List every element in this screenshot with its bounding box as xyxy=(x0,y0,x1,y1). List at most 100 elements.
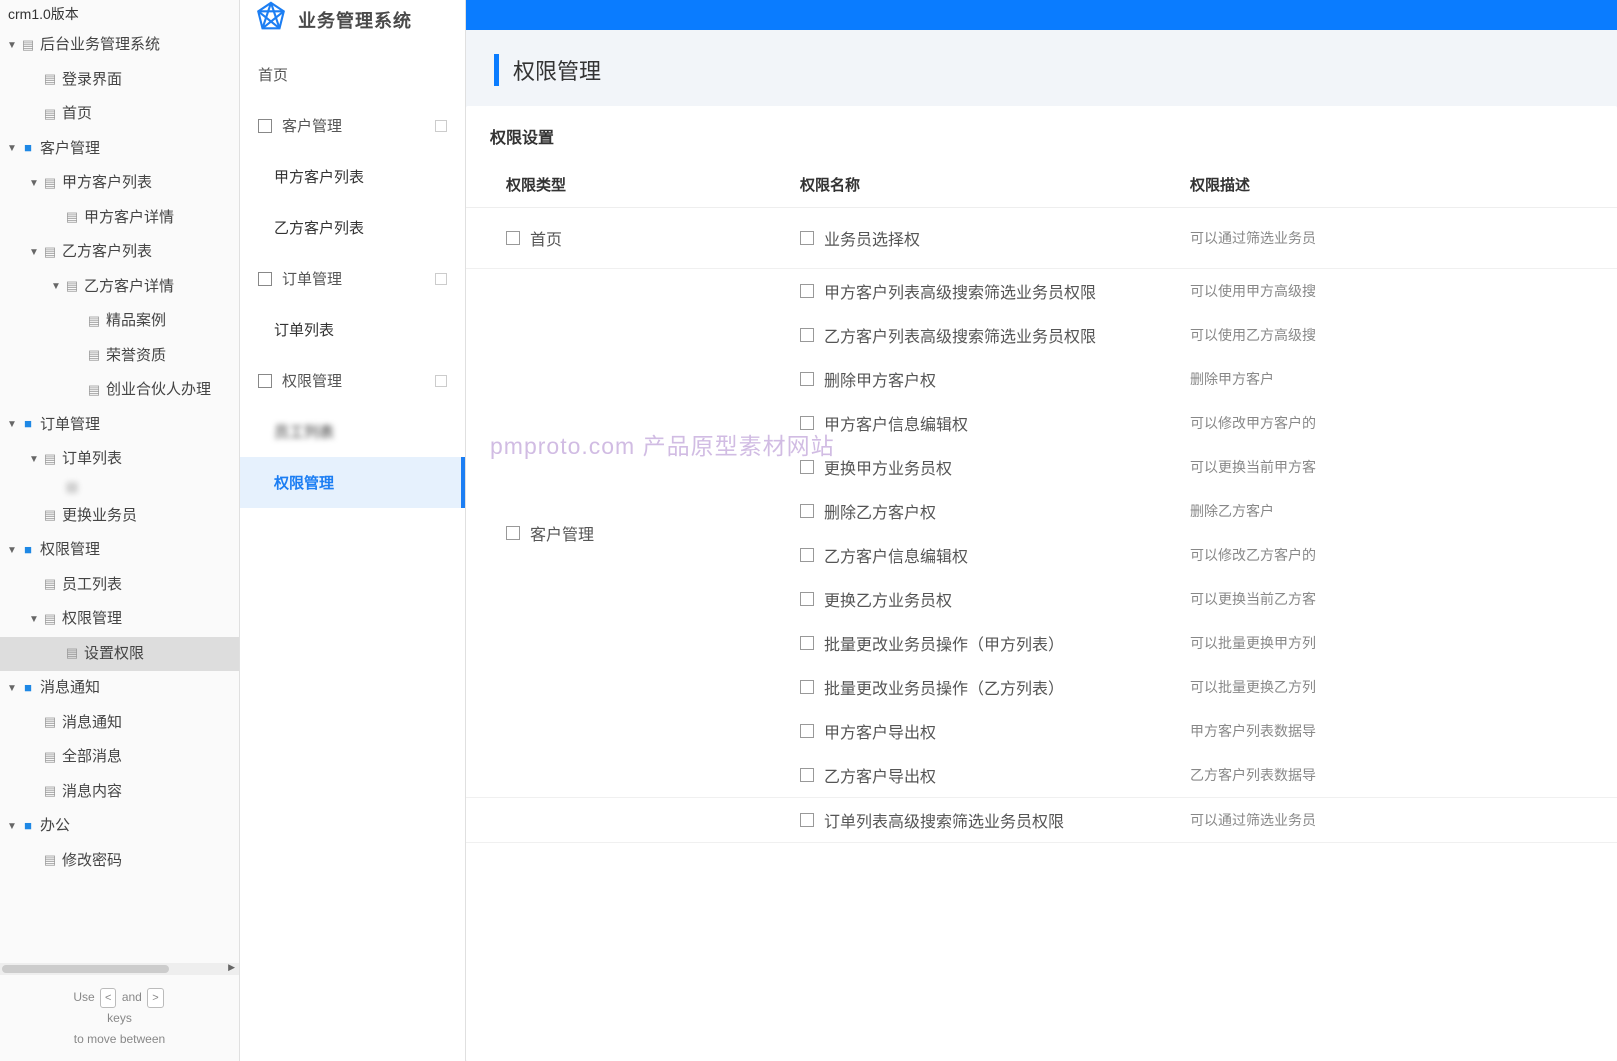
page-icon: ▤ xyxy=(42,715,58,731)
checkbox[interactable] xyxy=(800,504,814,518)
content-area: 权限管理 权限设置 权限类型 权限名称 权限描述 首页业务员选择权可以通过筛选业… xyxy=(466,0,1617,1061)
tree-item[interactable]: ▤消息内容 xyxy=(0,775,239,810)
tree-item[interactable]: ▤创业合伙人办理 xyxy=(0,373,239,408)
tree-item[interactable]: ▤更换业务员 xyxy=(0,499,239,534)
permission-row: 更换甲方业务员权可以更换当前甲方客 xyxy=(800,445,1593,489)
tree-item[interactable]: ▤员工列表 xyxy=(0,568,239,603)
tree-caret-icon[interactable]: ▼ xyxy=(6,36,18,55)
tree-item[interactable]: ▤ xyxy=(0,477,239,499)
tree-item[interactable]: ▤荣誉资质 xyxy=(0,339,239,374)
nav-item-label: 乙方客户列表 xyxy=(274,217,364,238)
page-icon: ▤ xyxy=(64,646,80,662)
tree-caret-icon[interactable]: ▼ xyxy=(6,415,18,434)
permission-name-label: 乙方客户信息编辑权 xyxy=(824,543,968,567)
page-icon: ▤ xyxy=(20,37,36,53)
permission-type-cell: 首页 xyxy=(490,208,800,268)
tree-caret-icon[interactable]: ▼ xyxy=(6,541,18,560)
nav-item[interactable]: 乙方客户列表 xyxy=(240,202,465,253)
tree-item[interactable]: ▼▤订单列表 xyxy=(0,442,239,477)
checkbox[interactable] xyxy=(800,548,814,562)
permission-name-cell: 甲方客户列表高级搜索筛选业务员权限 xyxy=(800,279,1190,303)
permission-name-label: 甲方客户信息编辑权 xyxy=(824,411,968,435)
tree-item[interactable]: ▼▤后台业务管理系统 xyxy=(0,28,239,63)
tree-item[interactable]: ▤首页 xyxy=(0,97,239,132)
tree-caret-icon[interactable]: ▼ xyxy=(28,174,40,193)
permission-desc-cell: 甲方客户列表数据导 xyxy=(1190,721,1593,741)
tree-item-label: 权限管理 xyxy=(62,605,122,634)
permission-row: 业务员选择权可以通过筛选业务员 xyxy=(800,208,1593,268)
page-icon: ▤ xyxy=(86,313,102,329)
checkbox[interactable] xyxy=(800,416,814,430)
permission-row: 乙方客户信息编辑权可以修改乙方客户的 xyxy=(800,533,1593,577)
tree-item[interactable]: ▤设置权限 xyxy=(0,637,239,672)
permission-row: 甲方客户导出权甲方客户列表数据导 xyxy=(800,709,1593,753)
nav-item[interactable]: 订单管理 xyxy=(240,253,465,304)
chevron-down-icon xyxy=(435,273,447,285)
tree-item[interactable]: ▼■客户管理 xyxy=(0,132,239,167)
folder-icon: ■ xyxy=(20,818,36,834)
tree-item[interactable]: ▼▤甲方客户列表 xyxy=(0,166,239,201)
page-icon: ▤ xyxy=(42,508,58,524)
tree-caret-icon[interactable]: ▼ xyxy=(6,139,18,158)
checkbox[interactable] xyxy=(800,231,814,245)
nav-item[interactable]: 权限管理 xyxy=(240,355,465,406)
tree-item-label: 员工列表 xyxy=(62,571,122,600)
page-icon: ▤ xyxy=(42,749,58,765)
chevron-down-icon xyxy=(435,120,447,132)
permission-type-cell xyxy=(490,802,800,838)
tree-horizontal-scrollbar[interactable] xyxy=(0,963,239,975)
checkbox[interactable] xyxy=(800,284,814,298)
nav-header: 业务管理系统 xyxy=(240,0,465,49)
tree-item[interactable]: ▤甲方客户详情 xyxy=(0,201,239,236)
nav-item[interactable]: 客户管理 xyxy=(240,100,465,151)
permission-row: 乙方客户导出权乙方客户列表数据导 xyxy=(800,753,1593,797)
permission-name-cell: 更换甲方业务员权 xyxy=(800,455,1190,479)
permission-desc-cell: 可以修改甲方客户的 xyxy=(1190,413,1593,433)
tree-caret-icon[interactable]: ▼ xyxy=(28,610,40,629)
tree-caret-icon[interactable]: ▼ xyxy=(28,450,40,469)
permission-group-row: 客户管理甲方客户列表高级搜索筛选业务员权限可以使用甲方高级搜乙方客户列表高级搜索… xyxy=(466,269,1617,798)
tree-caret-icon[interactable]: ▼ xyxy=(50,277,62,296)
tree-item[interactable]: ▼▤乙方客户详情 xyxy=(0,270,239,305)
tree-item[interactable]: ▼■办公 xyxy=(0,809,239,844)
tree-item[interactable]: ▼■消息通知 xyxy=(0,671,239,706)
permission-desc-cell: 可以批量更换甲方列 xyxy=(1190,633,1593,653)
menu-group-icon xyxy=(258,119,272,133)
tree-item[interactable]: ▼▤权限管理 xyxy=(0,602,239,637)
checkbox[interactable] xyxy=(800,328,814,342)
tree-item[interactable]: ▤修改密码 xyxy=(0,844,239,879)
nav-item[interactable]: 甲方客户列表 xyxy=(240,151,465,202)
nav-item[interactable]: 首页 xyxy=(240,49,465,100)
checkbox[interactable] xyxy=(800,680,814,694)
tree-item[interactable]: ▤消息通知 xyxy=(0,706,239,741)
page-icon: ▤ xyxy=(42,106,58,122)
checkbox[interactable] xyxy=(800,460,814,474)
tree-item[interactable]: ▼■权限管理 xyxy=(0,533,239,568)
permission-desc-cell: 可以通过筛选业务员 xyxy=(1190,228,1593,248)
nav-item[interactable]: 员工列表 xyxy=(240,406,465,457)
checkbox[interactable] xyxy=(506,231,520,245)
tree-item[interactable]: ▤精品案例 xyxy=(0,304,239,339)
tree-caret-icon[interactable]: ▼ xyxy=(28,243,40,262)
tree-item[interactable]: ▤全部消息 xyxy=(0,740,239,775)
checkbox[interactable] xyxy=(800,372,814,386)
tree-item[interactable]: ▼■订单管理 xyxy=(0,408,239,443)
tree-item[interactable]: ▼▤乙方客户列表 xyxy=(0,235,239,270)
permission-name-label: 更换乙方业务员权 xyxy=(824,587,952,611)
permission-desc-cell: 可以批量更换乙方列 xyxy=(1190,677,1593,697)
permission-name-cell: 乙方客户信息编辑权 xyxy=(800,543,1190,567)
nav-item-label: 权限管理 xyxy=(274,472,334,493)
permission-list: 甲方客户列表高级搜索筛选业务员权限可以使用甲方高级搜乙方客户列表高级搜索筛选业务… xyxy=(800,269,1593,797)
checkbox[interactable] xyxy=(800,813,814,827)
nav-item[interactable]: 订单列表 xyxy=(240,304,465,355)
tree-caret-icon[interactable]: ▼ xyxy=(6,679,18,698)
checkbox[interactable] xyxy=(506,526,520,540)
checkbox[interactable] xyxy=(800,768,814,782)
tree-caret-icon[interactable]: ▼ xyxy=(6,817,18,836)
nav-item[interactable]: 权限管理 xyxy=(240,457,465,508)
checkbox[interactable] xyxy=(800,592,814,606)
tree-scroll[interactable]: ▼▤后台业务管理系统▤登录界面▤首页▼■客户管理▼▤甲方客户列表▤甲方客户详情▼… xyxy=(0,28,239,963)
checkbox[interactable] xyxy=(800,724,814,738)
tree-item[interactable]: ▤登录界面 xyxy=(0,63,239,98)
checkbox[interactable] xyxy=(800,636,814,650)
